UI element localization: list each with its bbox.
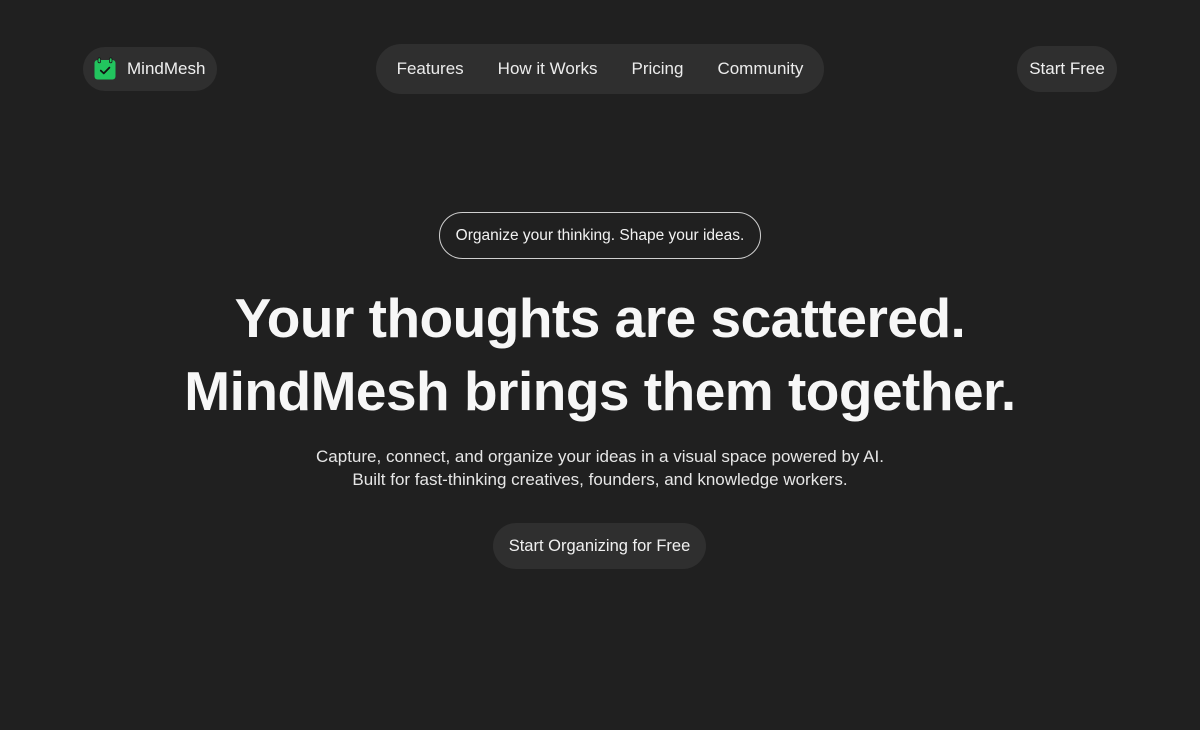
hero-subtext-line-1: Capture, connect, and organize your idea… — [316, 447, 884, 466]
start-free-button[interactable]: Start Free — [1017, 46, 1117, 92]
landing-page: MindMesh Features How it Works Pricing C… — [0, 0, 1200, 730]
hero-headline-line-1: Your thoughts are scattered. — [234, 287, 966, 349]
nav-item-pricing[interactable]: Pricing — [614, 59, 700, 79]
calendar-check-icon — [94, 57, 116, 80]
tagline-badge: Organize your thinking. Shape your ideas… — [439, 212, 761, 259]
start-organizing-button[interactable]: Start Organizing for Free — [493, 523, 706, 569]
brand-logo-link[interactable]: MindMesh — [83, 47, 218, 91]
hero-subtext-line-2: Built for fast-thinking creatives, found… — [352, 470, 848, 489]
brand-name: MindMesh — [127, 59, 206, 78]
main-nav: Features How it Works Pricing Community — [376, 44, 824, 94]
hero-headline-line-2: MindMesh brings them together. — [184, 360, 1016, 422]
nav-item-community[interactable]: Community — [700, 59, 820, 79]
hero-headline: Your thoughts are scattered. MindMesh br… — [0, 282, 1200, 428]
nav-item-how-it-works[interactable]: How it Works — [481, 59, 615, 79]
hero-subtext: Capture, connect, and organize your idea… — [0, 445, 1200, 491]
nav-item-features[interactable]: Features — [380, 59, 481, 79]
